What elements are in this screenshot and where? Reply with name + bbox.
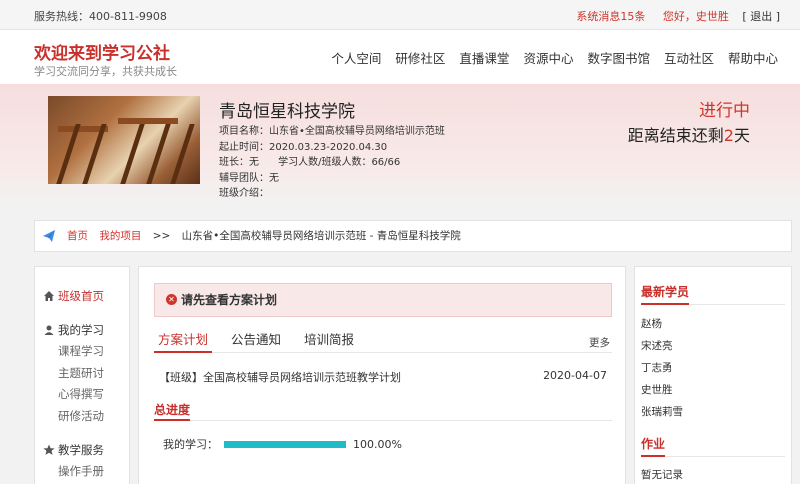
- user-links: 系统消息15条 您好，史世胜 [ 退出 ]: [576, 8, 780, 24]
- main-nav: 个人空间 研修社区 直播课堂 资源中心 数字图书馆 互动社区 帮助中心: [331, 48, 778, 67]
- class-sidebar: 班级首页 我的学习 课程学习 主题研讨 心得撰写 研修活动 教学服务 操作手册: [34, 266, 130, 484]
- nav-personal-space[interactable]: 个人空间: [331, 48, 381, 67]
- site-header: 欢迎来到学习公社 学习交流同分享，共获共成长 个人空间 研修社区 直播课堂 资源…: [0, 30, 800, 84]
- tutor-team: 辅导团队：无: [219, 172, 279, 184]
- user-greeting[interactable]: 您好，史世胜: [663, 10, 729, 23]
- list-item[interactable]: 赵杨: [641, 313, 791, 335]
- user-icon: [44, 325, 54, 335]
- list-item[interactable]: 丁志勇: [641, 357, 791, 379]
- service-hotline: 服务热线：400-811-9908: [34, 10, 167, 23]
- breadcrumb-current: 山东省•全国高校辅导员网络培训示范班 - 青岛恒星科技学院: [181, 230, 461, 242]
- sidebar-item-course-study[interactable]: 课程学习: [35, 341, 129, 363]
- student-list: 赵杨 宋述亮 丁志勇 史世胜 张瑞莉雪: [635, 305, 791, 423]
- sidebar-item-topic-discussion[interactable]: 主题研讨: [35, 363, 129, 385]
- close-circle-icon: ✕: [166, 294, 177, 305]
- site-brand[interactable]: 欢迎来到学习公社: [34, 39, 170, 64]
- sidebar-item-reflection-writing[interactable]: 心得撰写: [35, 384, 129, 406]
- classroom-photo: [48, 96, 200, 184]
- list-item[interactable]: 史世胜: [641, 379, 791, 401]
- star-icon: [43, 444, 55, 455]
- nav-digital-library[interactable]: 数字图书馆: [587, 48, 650, 67]
- class-status: 进行中: [699, 101, 750, 121]
- top-bar: 服务热线：400-811-9908 系统消息15条 您好，史世胜 [ 退出 ]: [0, 0, 800, 30]
- sidebar-item-class-home[interactable]: 班级首页: [35, 285, 129, 307]
- logout-link[interactable]: [ 退出 ]: [742, 10, 780, 23]
- info-tabs: 方案计划 公告通知 培训简报 更多: [154, 331, 612, 353]
- countdown: 距离结束还剩2天: [627, 126, 750, 145]
- nav-live-classroom[interactable]: 直播课堂: [459, 48, 509, 67]
- tab-plan[interactable]: 方案计划: [154, 331, 213, 353]
- paper-plane-icon: [43, 230, 55, 242]
- homework-empty: 暂无记录: [641, 469, 683, 481]
- plan-alert: ✕ 请先查看方案计划: [154, 283, 612, 317]
- project-period: 起止时间：2020.03.23-2020.04.30: [219, 141, 388, 153]
- list-item[interactable]: 宋述亮: [641, 335, 791, 357]
- progress-section-title: 总进度: [154, 401, 612, 421]
- progress-row: 我的学习： 100.00%: [163, 436, 402, 452]
- more-link[interactable]: 更多: [589, 335, 610, 350]
- school-name: 青岛恒星科技学院: [219, 102, 355, 122]
- project-info: 项目名称：山东省•全国高校辅导员网络培训示范班 起止时间：2020.03.23-…: [219, 124, 445, 202]
- home-icon: [44, 291, 54, 301]
- breadcrumb-home[interactable]: 首页: [67, 230, 88, 242]
- breadcrumb-separator: >>: [152, 230, 171, 242]
- class-monitor: 班长：无 学习人数/班级人数：66/66: [219, 157, 401, 168]
- days-remaining: 2: [723, 126, 734, 145]
- homework-title: 作业: [641, 435, 785, 457]
- progress-label: 我的学习：: [163, 438, 218, 451]
- sidebar-item-research-activities[interactable]: 研修活动: [35, 406, 129, 428]
- progress-bar: [224, 440, 346, 448]
- list-item[interactable]: 张瑞莉雪: [641, 401, 791, 423]
- breadcrumb: 首页 我的项目 >> 山东省•全国高校辅导员网络培训示范班 - 青岛恒星科技学院: [34, 220, 792, 252]
- list-item[interactable]: 【班级】全国高校辅导员网络培训示范班教学计划 2020-04-07: [159, 369, 607, 385]
- sidebar-item-user-manual[interactable]: 操作手册: [35, 461, 129, 483]
- progress-percent: 100.00%: [353, 437, 402, 451]
- class-intro: 班级介绍：: [219, 188, 269, 199]
- progress-bar-fill: [224, 440, 346, 448]
- nav-help-center[interactable]: 帮助中心: [728, 48, 778, 67]
- main-panel: ✕ 请先查看方案计划 方案计划 公告通知 培训简报 更多 【班级】全国高校辅导员…: [138, 266, 626, 484]
- sidebar-group-teaching-service[interactable]: 教学服务: [35, 439, 129, 461]
- class-banner: 青岛恒星科技学院 项目名称：山东省•全国高校辅导员网络培训示范班 起止时间：20…: [0, 84, 800, 206]
- system-messages-link[interactable]: 系统消息15条: [576, 10, 645, 23]
- breadcrumb-my-projects[interactable]: 我的项目: [99, 230, 141, 242]
- site-slogan: 学习交流同分享，共获共成长: [34, 65, 177, 78]
- plan-title[interactable]: 【班级】全国高校辅导员网络培训示范班教学计划: [159, 371, 401, 384]
- nav-research-community[interactable]: 研修社区: [395, 48, 445, 67]
- plan-date: 2020-04-07: [543, 369, 607, 382]
- sidebar-group-my-study[interactable]: 我的学习: [35, 319, 129, 341]
- nav-resource-center[interactable]: 资源中心: [523, 48, 573, 67]
- right-sidebar: 最新学员 赵杨 宋述亮 丁志勇 史世胜 张瑞莉雪 作业 暂无记录: [634, 266, 792, 484]
- tab-announcements[interactable]: 公告通知: [227, 331, 285, 353]
- project-name: 项目名称：山东省•全国高校辅导员网络培训示范班: [219, 126, 445, 137]
- nav-interactive-community[interactable]: 互动社区: [664, 48, 714, 67]
- tab-briefings[interactable]: 培训简报: [300, 331, 358, 353]
- latest-students-title: 最新学员: [641, 283, 785, 305]
